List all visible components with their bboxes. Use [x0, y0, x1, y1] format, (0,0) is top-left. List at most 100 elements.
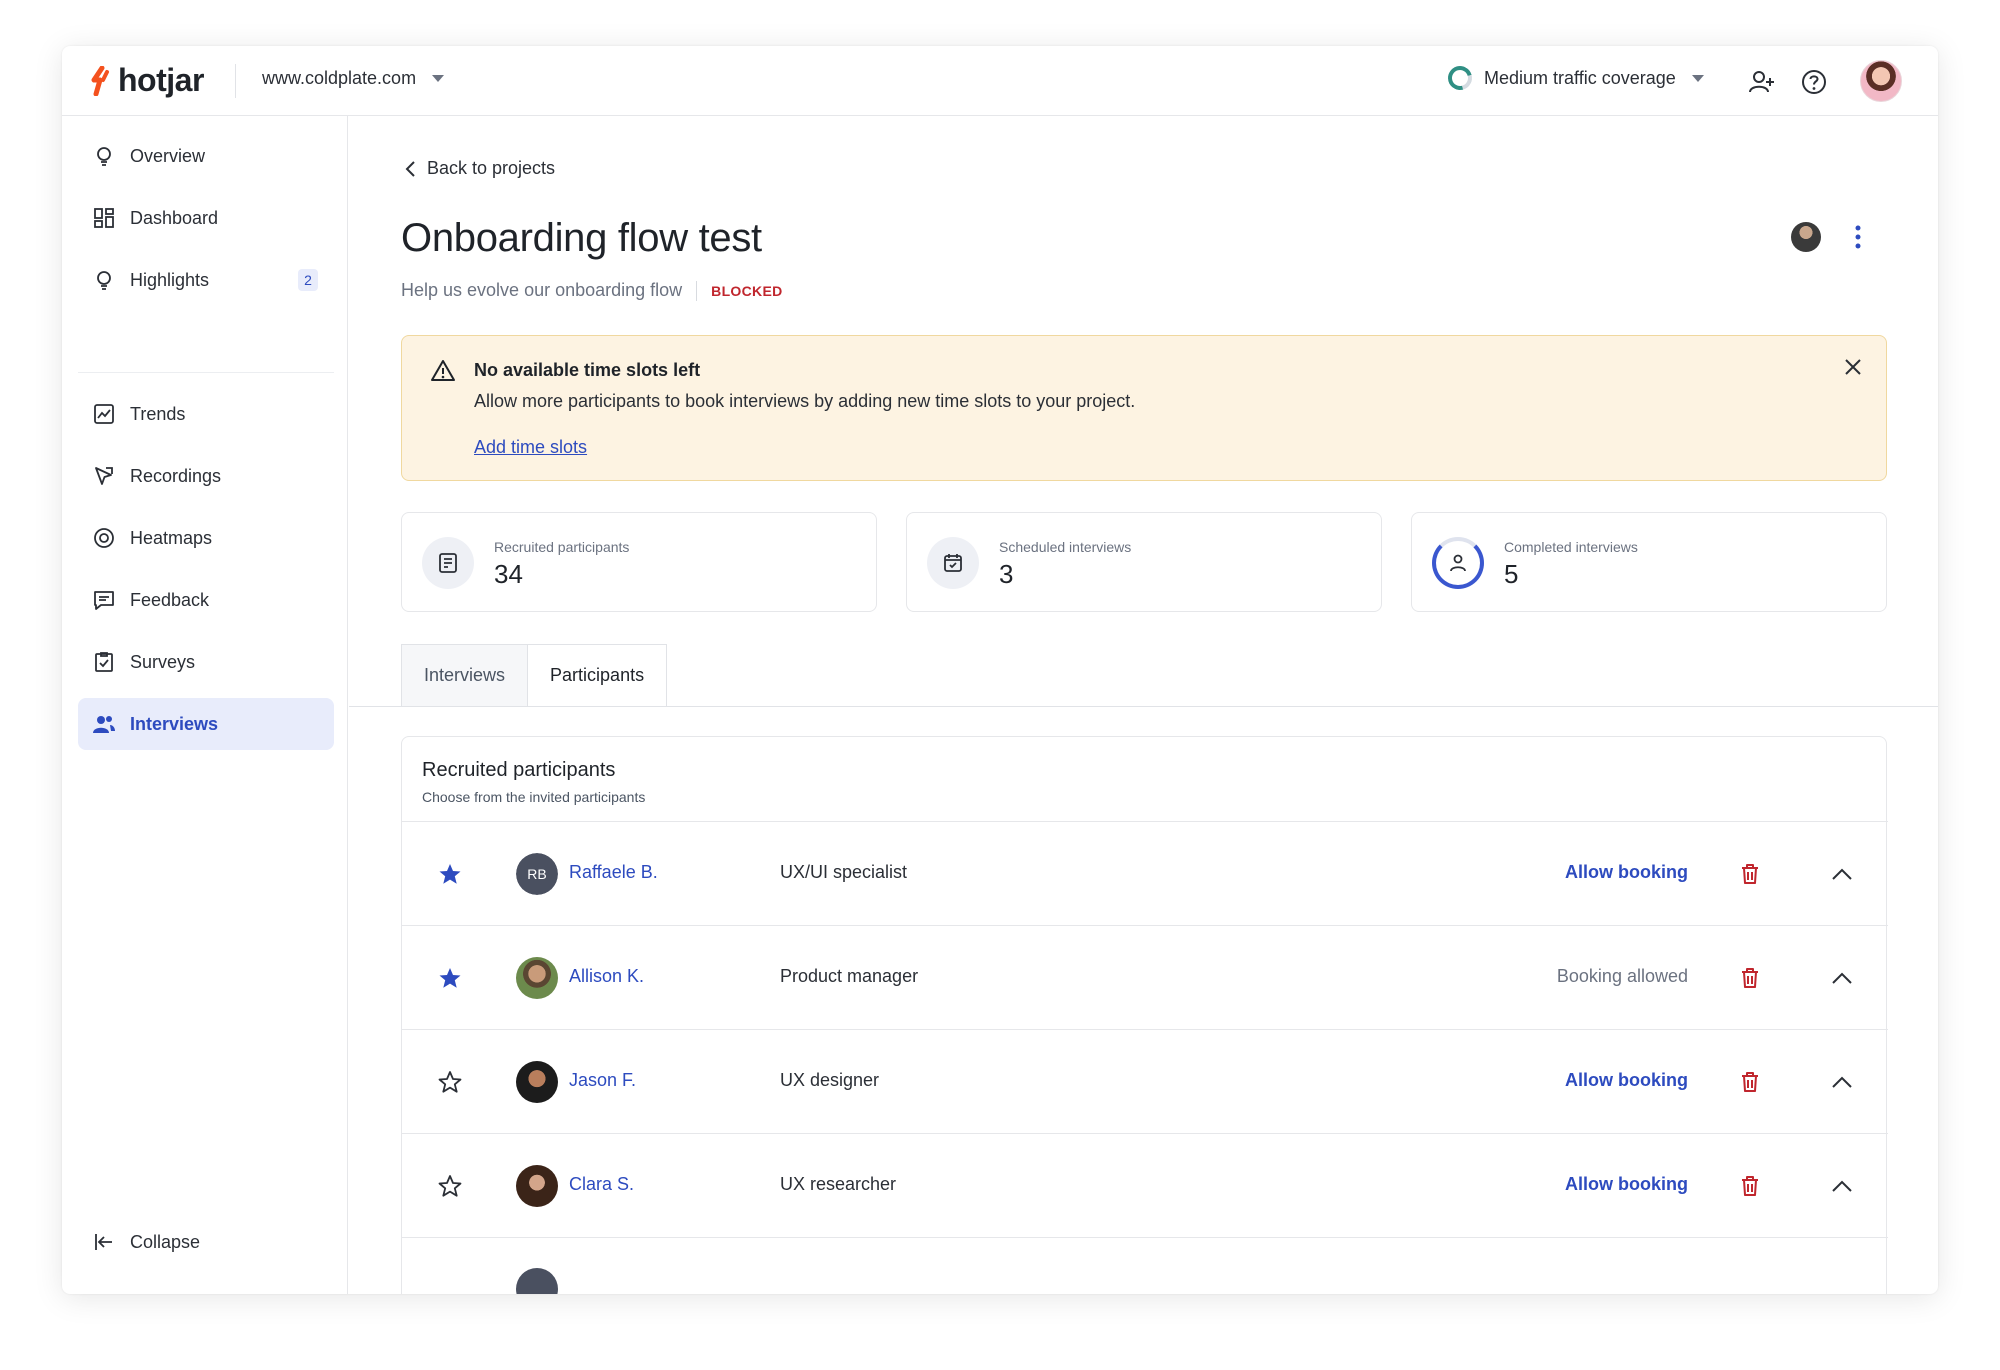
- highlights-count-badge: 2: [298, 269, 318, 291]
- sidebar-item-label: Heatmaps: [130, 528, 213, 548]
- table-row: Clara S. UX researcher Allow booking: [402, 1133, 1888, 1237]
- chevron-down-icon: [432, 75, 445, 82]
- chevron-left-icon: [405, 160, 415, 177]
- participant-role: UX/UI specialist: [780, 862, 908, 882]
- time-slots-alert: No available time slots left Allow more …: [401, 335, 1887, 481]
- subtitle-divider: [696, 280, 698, 301]
- user-avatar[interactable]: [1860, 60, 1902, 102]
- allow-booking-button[interactable]: Allow booking: [1565, 1174, 1688, 1195]
- sidebar-item-trends[interactable]: Trends: [78, 388, 334, 440]
- star-filled-icon[interactable]: [438, 966, 462, 990]
- traffic-ring-icon: [1443, 61, 1477, 95]
- sidebar-item-surveys[interactable]: Surveys: [78, 636, 334, 688]
- star-outline-icon[interactable]: [438, 1174, 462, 1198]
- sidebar-item-overview[interactable]: Overview: [78, 130, 334, 182]
- stat-card-scheduled: Scheduled interviews 3: [906, 512, 1382, 612]
- participant-role: UX designer: [780, 1070, 880, 1090]
- participant-name-link[interactable]: Jason F.: [569, 1070, 636, 1091]
- person-sign-icon: [1450, 554, 1466, 572]
- hotjar-logo-icon: [91, 65, 109, 96]
- table-row: RB Raffaele B. UX/UI specialist Allow bo…: [402, 821, 1888, 925]
- feedback-icon: [94, 591, 114, 610]
- more-options-icon[interactable]: [1854, 224, 1862, 250]
- table-row: Jason F. UX designer Allow booking: [402, 1029, 1888, 1133]
- sidebar-item-recordings[interactable]: Recordings: [78, 450, 334, 502]
- add-time-slots-link[interactable]: Add time slots: [474, 437, 587, 458]
- recordings-icon: [95, 467, 113, 485]
- project-owner-avatar[interactable]: [1791, 222, 1821, 252]
- main-content: Back to projects Onboarding flow test He…: [349, 116, 1938, 1294]
- sidebar-item-dashboard[interactable]: Dashboard: [78, 192, 334, 244]
- trash-icon[interactable]: [1738, 966, 1762, 990]
- chevron-up-icon[interactable]: [1830, 864, 1854, 884]
- tab-interviews[interactable]: Interviews: [401, 644, 529, 706]
- help-icon[interactable]: [1800, 68, 1828, 96]
- alert-title: No available time slots left: [474, 360, 701, 380]
- lightbulb-icon: [97, 271, 111, 290]
- site-selector[interactable]: www.coldplate.com: [262, 68, 445, 89]
- avatar: RB: [516, 853, 558, 895]
- chevron-up-icon[interactable]: [1830, 968, 1854, 988]
- sidebar-item-label: Interviews: [130, 714, 219, 734]
- participant-role: UX researcher: [780, 1174, 897, 1194]
- stat-value: 3: [999, 559, 1014, 589]
- heatmaps-icon: [94, 528, 114, 548]
- trash-icon[interactable]: [1738, 1070, 1762, 1094]
- participant-name-link[interactable]: Allison K.: [569, 966, 644, 987]
- status-badge: BLOCKED: [711, 282, 783, 299]
- page-title: Onboarding flow test: [401, 216, 762, 260]
- booking-allowed-status: Booking allowed: [1556, 966, 1688, 986]
- stat-value: 5: [1504, 559, 1519, 589]
- sidebar-item-label: Recordings: [130, 466, 222, 486]
- stat-card-completed: Completed interviews 5: [1411, 512, 1887, 612]
- interviews-icon: [93, 716, 115, 733]
- sidebar-item-heatmaps[interactable]: Heatmaps: [78, 512, 334, 564]
- sidebar-item-label: Trends: [130, 404, 186, 424]
- tabs-divider: [349, 706, 1938, 707]
- allow-booking-button[interactable]: Allow booking: [1565, 1070, 1688, 1091]
- sidebar: Overview Dashboard Highlights 2 Trends R…: [62, 116, 348, 1294]
- logo-text: hotjar: [118, 62, 204, 98]
- stat-card-recruited: Recruited participants 34: [401, 512, 877, 612]
- tab-participants[interactable]: Participants: [528, 644, 668, 706]
- hotjar-logo[interactable]: hotjar: [90, 62, 204, 99]
- completion-ring-icon: [1432, 537, 1484, 589]
- collapse-button[interactable]: Collapse: [78, 1216, 334, 1268]
- stat-label: Completed interviews: [1504, 539, 1638, 555]
- avatar: [516, 1061, 558, 1103]
- star-outline-icon[interactable]: [438, 1070, 462, 1094]
- warning-icon: [431, 360, 455, 381]
- star-filled-icon[interactable]: [438, 862, 462, 886]
- avatar-initials: RB: [516, 853, 558, 895]
- recruited-participants-panel: Recruited participants Choose from the i…: [401, 736, 1888, 1294]
- avatar: [516, 1165, 558, 1207]
- panel-subtitle: Choose from the invited participants: [422, 789, 646, 805]
- trash-icon[interactable]: [1738, 1174, 1762, 1198]
- chevron-up-icon[interactable]: [1830, 1176, 1854, 1196]
- back-to-projects-link[interactable]: Back to projects: [401, 158, 555, 179]
- stat-icon-wrap: [927, 537, 979, 589]
- stat-label: Recruited participants: [494, 539, 630, 555]
- sidebar-item-label: Highlights: [130, 270, 210, 290]
- allow-booking-button[interactable]: Allow booking: [1565, 862, 1688, 883]
- participant-name-link[interactable]: Raffaele B.: [569, 862, 658, 883]
- sidebar-item-feedback[interactable]: Feedback: [78, 574, 334, 626]
- close-icon[interactable]: [1842, 356, 1864, 378]
- trends-icon: [94, 404, 114, 424]
- stat-value: 34: [494, 559, 523, 589]
- add-user-icon[interactable]: [1748, 68, 1776, 96]
- sidebar-item-interviews[interactable]: Interviews: [78, 698, 334, 750]
- avatar: [516, 1268, 558, 1294]
- top-divider: [235, 64, 236, 98]
- panel-title: Recruited participants: [422, 759, 616, 781]
- chevron-up-icon[interactable]: [1830, 1072, 1854, 1092]
- stat-icon-wrap: [422, 537, 474, 589]
- surveys-icon: [95, 652, 113, 672]
- sidebar-item-label: Surveys: [130, 652, 196, 672]
- sidebar-item-highlights[interactable]: Highlights 2: [78, 254, 334, 306]
- trash-icon[interactable]: [1738, 862, 1762, 886]
- sidebar-divider: [78, 372, 334, 373]
- traffic-coverage-selector[interactable]: Medium traffic coverage: [1443, 61, 1704, 95]
- participant-name-link[interactable]: Clara S.: [569, 1174, 634, 1195]
- table-row: Allison K. Product manager Booking allow…: [402, 925, 1888, 1029]
